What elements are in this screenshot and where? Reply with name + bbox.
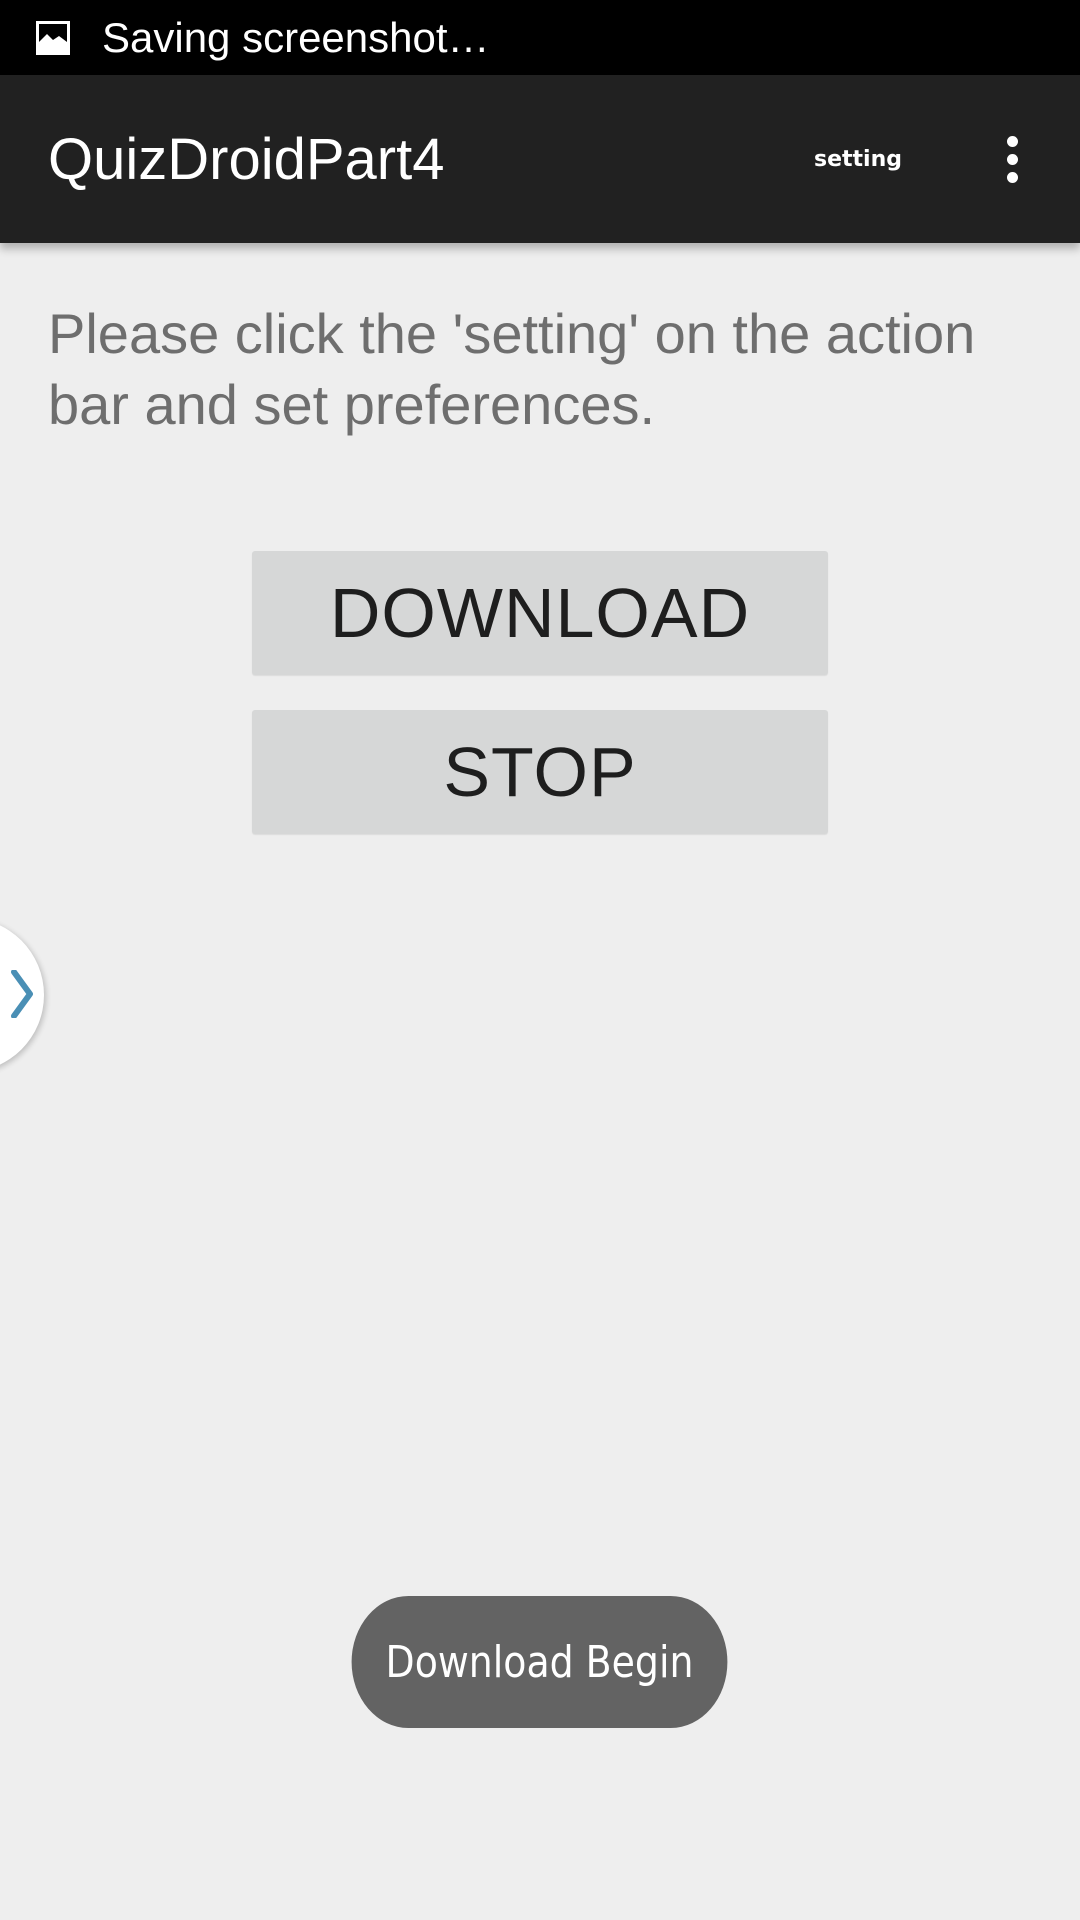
chevron-right-icon — [11, 970, 33, 1018]
action-bar: QuizDroidPart4 setting — [0, 75, 1080, 243]
instructions-text: Please click the 'setting' on the action… — [48, 302, 976, 436]
more-vert-icon[interactable] — [982, 75, 1042, 243]
drawer-handle[interactable] — [0, 918, 44, 1072]
screen: Saving screenshot… QuizDroidPart4 settin… — [0, 0, 1080, 1920]
status-bar: Saving screenshot… — [0, 0, 1080, 75]
download-button[interactable]: DOWNLOAD — [252, 551, 828, 675]
app-title: QuizDroidPart4 — [48, 126, 445, 192]
stop-button[interactable]: STOP — [252, 710, 828, 834]
image-icon — [36, 20, 70, 55]
overflow-dot — [1006, 171, 1018, 183]
overflow-dot — [1006, 153, 1018, 165]
overflow-dot — [1006, 135, 1018, 147]
setting-action-button[interactable]: setting — [814, 75, 902, 243]
status-notification-text: Saving screenshot… — [102, 13, 490, 61]
toast-message: Download Begin — [351, 1596, 728, 1728]
